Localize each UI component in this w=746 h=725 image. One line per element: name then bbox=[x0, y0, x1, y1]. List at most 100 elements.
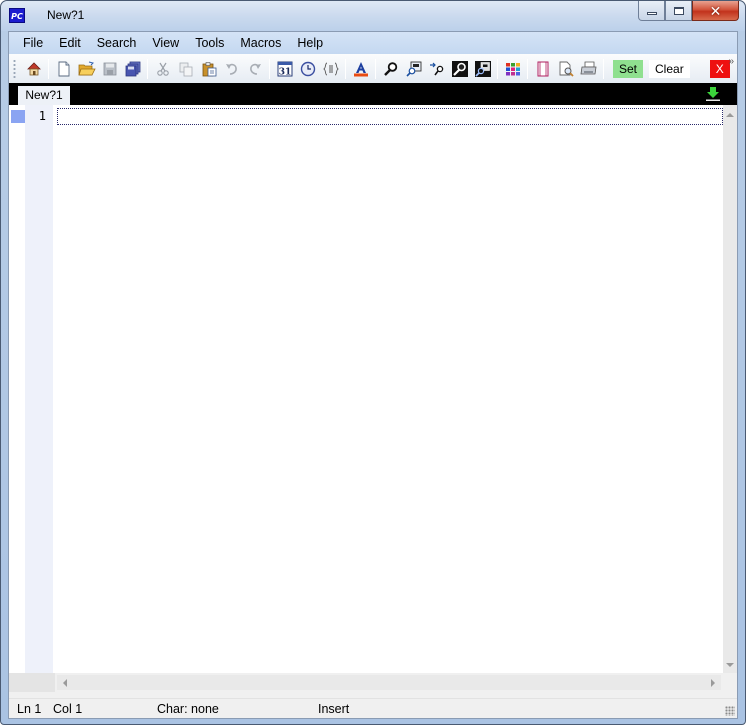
menu-macros[interactable]: Macros bbox=[232, 32, 289, 54]
window-controls: ✕ bbox=[638, 1, 739, 21]
new-file-icon bbox=[58, 61, 69, 76]
color-palette-button[interactable] bbox=[501, 58, 524, 80]
undo-button[interactable] bbox=[220, 58, 243, 80]
status-char: Char: none bbox=[157, 702, 219, 716]
code-block-icon bbox=[322, 62, 339, 75]
toolbar-separator bbox=[375, 58, 376, 79]
bookmark-margin[interactable] bbox=[9, 105, 25, 678]
save-all-icon bbox=[125, 61, 140, 76]
toolbar-separator bbox=[345, 58, 346, 79]
toolbar-separator bbox=[497, 58, 498, 79]
calendar-icon: 31 bbox=[277, 61, 292, 77]
save-all-button[interactable] bbox=[121, 58, 144, 80]
toolbar-separator bbox=[48, 58, 49, 79]
scroll-corner bbox=[9, 673, 55, 692]
download-arrow-icon[interactable] bbox=[705, 86, 721, 102]
open-folder-icon bbox=[77, 61, 96, 75]
svg-text:31: 31 bbox=[278, 67, 291, 77]
home-icon bbox=[26, 61, 41, 75]
code-block-button[interactable] bbox=[319, 58, 342, 80]
page-setup-icon bbox=[537, 61, 548, 76]
cut-icon bbox=[156, 62, 169, 76]
close-icon: ✕ bbox=[709, 2, 722, 19]
toolbar-separator bbox=[147, 58, 148, 79]
clock-icon bbox=[300, 61, 315, 76]
copy-button[interactable] bbox=[174, 58, 197, 80]
line-number: 1 bbox=[38, 109, 46, 123]
tab-new-1[interactable]: New?1 bbox=[18, 86, 70, 105]
current-line-highlight bbox=[57, 108, 723, 125]
page-setup-button[interactable] bbox=[531, 58, 554, 80]
insert-date-button[interactable]: 31 bbox=[273, 58, 296, 80]
print-icon bbox=[580, 61, 596, 74]
find-next-button[interactable] bbox=[425, 58, 448, 80]
menu-file[interactable]: File bbox=[17, 32, 51, 54]
menu-help[interactable]: Help bbox=[289, 32, 331, 54]
close-window-button[interactable]: ✕ bbox=[692, 1, 739, 21]
menu-bar: File Edit Search View Tools Macros Help bbox=[9, 32, 737, 54]
toolbar-grip[interactable] bbox=[13, 58, 16, 79]
resize-grip-icon[interactable] bbox=[725, 706, 735, 716]
paste-button[interactable] bbox=[197, 58, 220, 80]
x-button[interactable]: X bbox=[709, 59, 730, 78]
status-column: Col 1 bbox=[53, 702, 83, 716]
toolbar-separator bbox=[603, 58, 604, 79]
clear-button[interactable]: Clear bbox=[649, 59, 690, 78]
new-file-button[interactable] bbox=[52, 58, 75, 80]
toolbar: 31 Set Clear X » bbox=[9, 54, 737, 83]
title-bar[interactable]: PC New?1 ✕ bbox=[1, 1, 745, 31]
find-in-files-button[interactable] bbox=[402, 58, 425, 80]
status-line: Ln 1 bbox=[17, 702, 42, 716]
horizontal-scrollbar[interactable] bbox=[57, 675, 721, 690]
toolbar-separator bbox=[527, 58, 528, 79]
home-button[interactable] bbox=[22, 58, 45, 80]
color-palette-icon bbox=[505, 62, 520, 75]
paste-icon bbox=[202, 61, 216, 76]
print-preview-icon bbox=[559, 61, 574, 77]
menu-edit[interactable]: Edit bbox=[51, 32, 89, 54]
menu-search[interactable]: Search bbox=[89, 32, 145, 54]
line-number-gutter: 1 bbox=[25, 105, 53, 673]
toolbar-overflow-chevron-icon[interactable]: » bbox=[728, 56, 733, 67]
scroll-up-arrow-icon[interactable] bbox=[726, 113, 734, 117]
redo-button[interactable] bbox=[243, 58, 266, 80]
find-replace-button[interactable] bbox=[448, 58, 471, 80]
font-color-button[interactable] bbox=[349, 58, 372, 80]
window-title: New?1 bbox=[47, 8, 85, 22]
set-button[interactable]: Set bbox=[613, 59, 644, 78]
find-replace-icon bbox=[451, 60, 468, 77]
vertical-scrollbar[interactable] bbox=[723, 105, 737, 673]
cut-button[interactable] bbox=[151, 58, 174, 80]
find-next-icon bbox=[429, 62, 443, 75]
replace-in-files-icon bbox=[474, 60, 491, 77]
find-in-files-icon bbox=[405, 61, 421, 77]
open-file-button[interactable] bbox=[75, 58, 98, 80]
save-button[interactable] bbox=[98, 58, 121, 80]
scroll-left-arrow-icon[interactable] bbox=[63, 679, 67, 687]
scroll-right-arrow-icon[interactable] bbox=[711, 679, 715, 687]
status-insert-mode[interactable]: Insert bbox=[318, 702, 349, 716]
undo-icon bbox=[225, 63, 237, 75]
client-area: File Edit Search View Tools Macros Help bbox=[8, 31, 738, 719]
menu-tools[interactable]: Tools bbox=[187, 32, 232, 54]
insert-time-button[interactable] bbox=[296, 58, 319, 80]
editor-pane: 1 bbox=[9, 105, 737, 692]
app-window: PC New?1 ✕ File Edit Search View Tools M… bbox=[0, 0, 746, 725]
bookmark-marker bbox=[11, 110, 25, 123]
menu-view[interactable]: View bbox=[144, 32, 187, 54]
toolbar-separator bbox=[269, 58, 270, 79]
find-icon bbox=[383, 61, 397, 76]
text-editor-area[interactable] bbox=[53, 105, 723, 673]
document-tab-bar: New?1 bbox=[9, 83, 737, 105]
replace-in-files-button[interactable] bbox=[471, 58, 494, 80]
status-bar: Ln 1 Col 1 Char: none Insert bbox=[9, 698, 737, 718]
font-color-icon bbox=[353, 61, 368, 76]
maximize-button[interactable] bbox=[665, 1, 692, 21]
redo-icon bbox=[249, 63, 261, 75]
print-preview-button[interactable] bbox=[554, 58, 577, 80]
find-button[interactable] bbox=[379, 58, 402, 80]
print-button[interactable] bbox=[577, 58, 600, 80]
scroll-down-arrow-icon[interactable] bbox=[726, 663, 734, 667]
maximize-icon bbox=[673, 6, 684, 15]
minimize-button[interactable] bbox=[638, 1, 665, 21]
